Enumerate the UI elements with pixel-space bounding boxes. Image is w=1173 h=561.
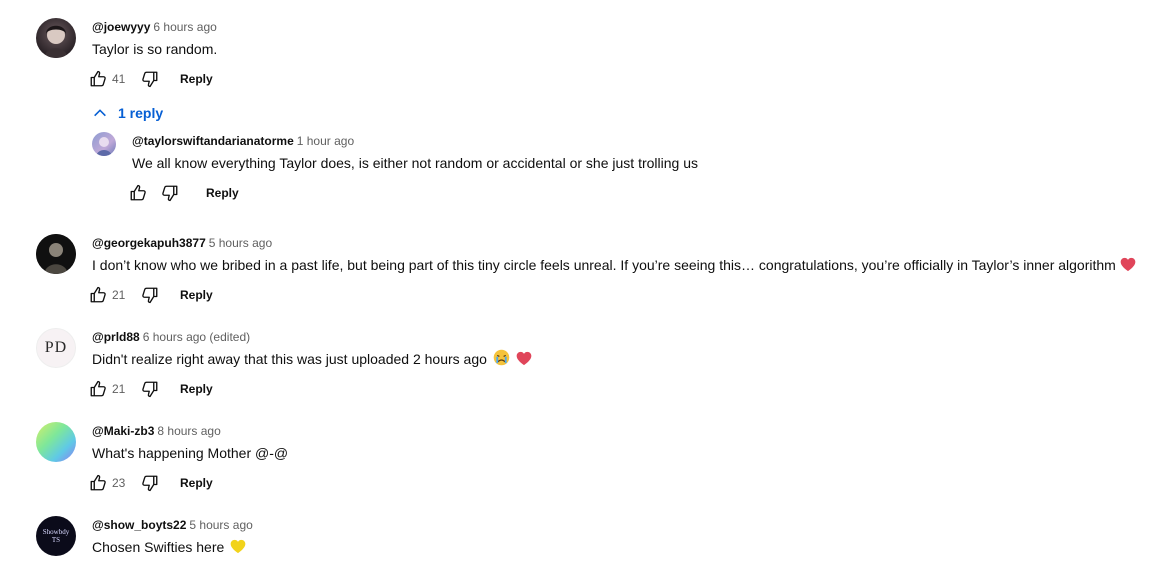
author-name[interactable]: @show_boyts22 xyxy=(92,518,186,532)
like-button[interactable] xyxy=(86,377,110,401)
like-button[interactable] xyxy=(86,471,110,495)
timestamp[interactable]: 5 hours ago xyxy=(189,518,252,532)
author-name[interactable]: @taylorswiftandarianatorme xyxy=(132,134,294,148)
like-button[interactable] xyxy=(86,283,110,307)
timestamp[interactable]: 6 hours ago (edited) xyxy=(143,330,250,344)
like-count: 21 xyxy=(112,288,126,302)
thumb-down-icon xyxy=(162,185,178,202)
avatar-image-icon xyxy=(44,25,68,58)
thumb-up-icon xyxy=(130,184,146,201)
thumb-down-icon xyxy=(142,475,158,492)
comment-actions: 21 Reply xyxy=(86,373,532,405)
like-count: 41 xyxy=(112,72,126,86)
author-name[interactable]: @prld88 xyxy=(92,330,140,344)
avatar-image-icon xyxy=(96,137,112,156)
comment-text: Taylor is so random. xyxy=(92,41,218,57)
thumb-up-icon xyxy=(90,70,106,87)
avatar[interactable]: PD xyxy=(36,328,76,368)
reply-button[interactable]: Reply xyxy=(176,470,217,496)
thumb-up-icon xyxy=(90,474,106,491)
comment-actions: 21 Reply xyxy=(86,279,1136,311)
author-name[interactable]: @joewyyy xyxy=(92,20,150,34)
like-button[interactable] xyxy=(86,67,110,91)
comment-actions: 41 Reply xyxy=(86,63,217,95)
replies-toggle-button[interactable]: 1 reply xyxy=(92,102,163,124)
avatar[interactable] xyxy=(36,422,76,462)
dislike-button[interactable] xyxy=(138,471,162,495)
comment-actions: 23 Reply xyxy=(86,467,288,499)
comment-meta: @joewyyy 6 hours ago xyxy=(92,18,217,36)
comment-text-content: Chosen Swifties here xyxy=(92,539,225,555)
chevron-up-icon xyxy=(94,109,106,117)
timestamp[interactable]: 1 hour ago xyxy=(297,134,354,148)
comment-meta: @prld88 6 hours ago (edited) xyxy=(92,328,532,346)
dislike-button[interactable] xyxy=(138,283,162,307)
reply-button[interactable]: Reply xyxy=(176,66,217,92)
comment-text: Chosen Swifties here xyxy=(92,537,253,557)
comment-text: Didn't realize right away that this was … xyxy=(92,349,532,369)
dislike-button[interactable] xyxy=(138,67,162,91)
avatar-monogram: PD xyxy=(44,339,68,356)
avatar[interactable] xyxy=(36,18,76,58)
reply-button[interactable]: Reply xyxy=(202,180,243,206)
comment-text: We all know everything Taylor does, is e… xyxy=(132,155,698,171)
reply-button[interactable]: Reply xyxy=(176,282,217,308)
crying-face-emoji-icon xyxy=(493,349,510,366)
heart-emoji-icon xyxy=(516,351,532,366)
avatar[interactable]: Showbdy TS xyxy=(36,516,76,556)
comment-text: I don’t know who we bribed in a past lif… xyxy=(92,255,1136,275)
replies-count-label: 1 reply xyxy=(118,105,164,121)
comment-text-content: I don’t know who we bribed in a past lif… xyxy=(92,257,1116,273)
thumb-down-icon xyxy=(142,381,158,398)
like-button[interactable] xyxy=(126,181,150,205)
avatar-image-icon xyxy=(36,234,76,274)
timestamp[interactable]: 6 hours ago xyxy=(153,20,216,34)
timestamp[interactable]: 5 hours ago xyxy=(209,236,272,250)
comment-text-content: Didn't realize right away that this was … xyxy=(92,351,487,367)
dislike-button[interactable] xyxy=(158,181,182,205)
avatar[interactable] xyxy=(92,132,116,156)
thumb-down-icon xyxy=(142,71,158,88)
comment-meta: @show_boyts22 5 hours ago xyxy=(92,516,253,534)
author-name[interactable]: @Maki-zb3 xyxy=(92,424,154,438)
comment-text: What's happening Mother @-@ xyxy=(92,445,289,461)
dislike-button[interactable] xyxy=(138,377,162,401)
yellow-heart-emoji-icon xyxy=(230,539,246,554)
like-count: 23 xyxy=(112,476,126,490)
like-count: 21 xyxy=(112,382,126,396)
comment-meta: @taylorswiftandarianatorme 1 hour ago xyxy=(132,132,698,150)
thumb-down-icon xyxy=(142,287,158,304)
avatar[interactable] xyxy=(36,234,76,274)
avatar-logo-text: Showbdy TS xyxy=(42,528,70,544)
thumb-up-icon xyxy=(90,380,106,397)
comment-meta: @Maki-zb3 8 hours ago xyxy=(92,422,288,440)
comment-actions: Reply xyxy=(126,177,698,209)
thumb-up-icon xyxy=(90,286,106,303)
timestamp[interactable]: 8 hours ago xyxy=(157,424,220,438)
reply-button[interactable]: Reply xyxy=(176,376,217,402)
author-name[interactable]: @georgekapuh3877 xyxy=(92,236,206,250)
comment-meta: @georgekapuh3877 5 hours ago xyxy=(92,234,1136,252)
heart-emoji-icon xyxy=(1120,257,1136,272)
